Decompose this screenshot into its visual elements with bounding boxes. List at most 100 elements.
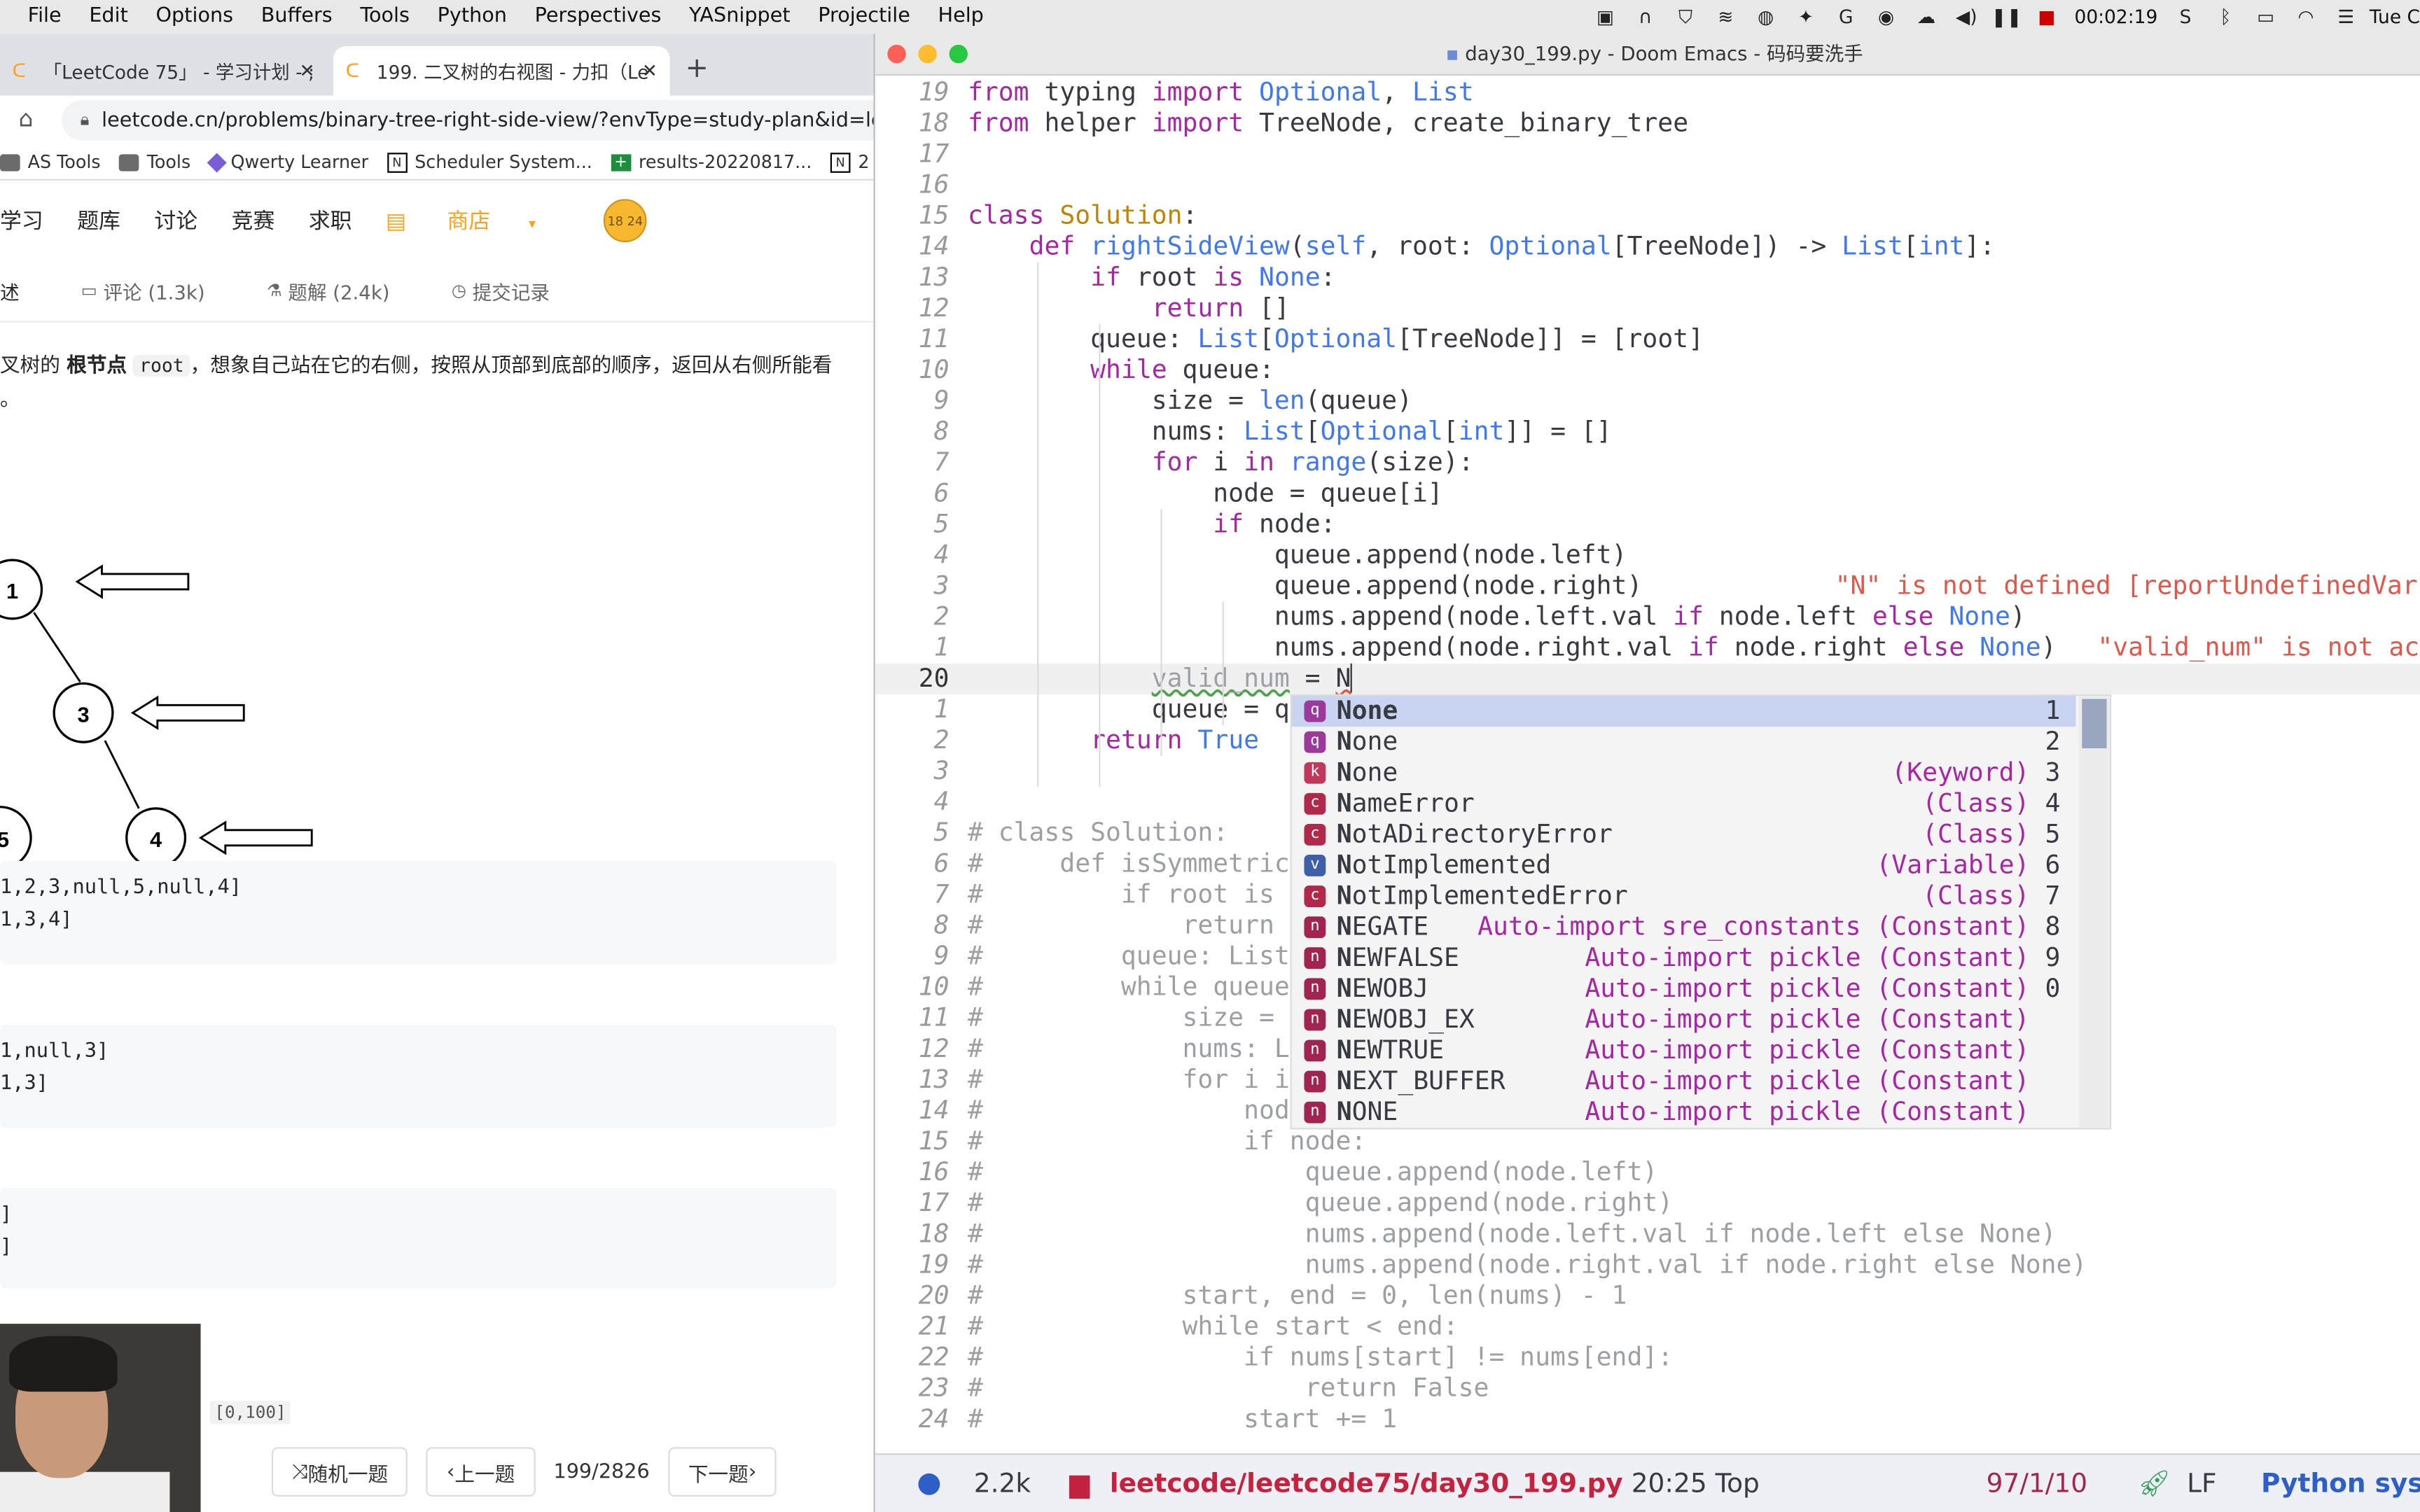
completion-item[interactable]: n NEWTRUE Auto-import pickle (Constant): [1292, 1035, 2076, 1066]
completion-item[interactable]: n NEWOBJ_EX Auto-import pickle (Constant): [1292, 1004, 2076, 1035]
completion-item[interactable]: v NotImplemented (Variable) 6: [1292, 850, 2076, 881]
cloud-icon[interactable]: ☁: [1914, 6, 1938, 28]
coin-badge[interactable]: 18 24: [603, 199, 647, 243]
code-line[interactable]: 5 if node:: [875, 509, 2420, 540]
next-problem-button[interactable]: 下一题 ›: [668, 1447, 777, 1497]
tab-description[interactable]: 述: [0, 275, 20, 304]
volume-icon[interactable]: ◀): [1954, 6, 1979, 28]
bluetooth-icon[interactable]: ᛒ: [2213, 6, 2238, 28]
code-line[interactable]: 6 node = queue[i]: [875, 478, 2420, 509]
code-line[interactable]: 24 # start += 1: [875, 1404, 2420, 1435]
completion-item[interactable]: c NotADirectoryError (Class) 5: [1292, 819, 2076, 850]
tab-problem-199[interactable]: ᑕ 199. 二叉树的右视图 - 力扣（Le ✕: [333, 46, 670, 96]
layers-icon[interactable]: ≋: [1713, 6, 1738, 28]
menu-python[interactable]: Python: [438, 0, 507, 34]
tab-comments[interactable]: ▭ 评论 (1.3k): [81, 275, 205, 304]
code-line[interactable]: 20 # start, end = 0, len(nums) - 1: [875, 1280, 2420, 1311]
code-line[interactable]: 19 # nums.append(node.right.val if node.r…: [875, 1250, 2420, 1280]
random-problem-button[interactable]: ⤨ 随机一题: [271, 1447, 408, 1497]
menu-options[interactable]: Options: [156, 0, 234, 34]
s-icon[interactable]: S: [2173, 6, 2197, 28]
code-line[interactable]: 10 while queue:: [875, 355, 2420, 386]
url-input[interactable]: 🔒︎ leetcode.cn/problems/binary-tree-righ…: [62, 100, 874, 141]
pause-icon[interactable]: ❚❚: [1991, 6, 2022, 28]
code-line[interactable]: 13 if root is None:: [875, 262, 2420, 293]
menu-buffers[interactable]: Buffers: [261, 0, 333, 34]
code-line[interactable]: 8 nums: List[Optional[int]] = []: [875, 416, 2420, 447]
new-tab-icon[interactable]: +: [686, 52, 709, 85]
completion-item[interactable]: n NEGATE Auto-import sre_constants (Consta…: [1292, 912, 2076, 943]
code-line[interactable]: 21 # while start < end:: [875, 1311, 2420, 1342]
diagnostic-counts[interactable]: 97/1/10: [1987, 1469, 2087, 1499]
wifi-icon[interactable]: ◠: [2293, 6, 2318, 28]
code-line[interactable]: 11 queue: List[Optional[TreeNode]] = [ro…: [875, 324, 2420, 355]
menu-projectile[interactable]: Projectile: [818, 0, 910, 34]
code-line[interactable]: 16: [875, 169, 2420, 200]
completion-item[interactable]: q None 1: [1291, 696, 2076, 727]
save-icon[interactable]: ▆: [1069, 1469, 1090, 1499]
completion-item[interactable]: n NEWOBJ Auto-import pickle (Constant) 0: [1292, 974, 2076, 1004]
control-center-icon[interactable]: ☰: [2334, 6, 2358, 28]
completion-item[interactable]: k None (Keyword) 3: [1292, 757, 2076, 788]
screenshot-icon[interactable]: ▣: [1593, 6, 1618, 28]
g-icon[interactable]: G: [1834, 6, 1858, 28]
completion-item[interactable]: c NotImplementedError (Class) 7: [1292, 881, 2076, 912]
code-line[interactable]: 4 queue.append(node.left): [875, 540, 2420, 570]
menu-yasnippet[interactable]: YASnippet: [689, 0, 790, 34]
close-icon[interactable]: ✕: [642, 60, 658, 82]
tab-solutions[interactable]: ⚗ 题解 (2.4k): [267, 275, 390, 304]
tab-leetcode75[interactable]: ᑕ 「LeetCode 75」 - 学习计划 - ; ✕: [0, 46, 327, 96]
completion-scrollbar[interactable]: [2078, 696, 2110, 1128]
code-line[interactable]: 18 # nums.append(node.left.val if node.le…: [875, 1219, 2420, 1250]
headset-icon[interactable]: ∩: [1633, 6, 1657, 28]
nav-contest[interactable]: 竞赛: [232, 205, 275, 236]
code-line[interactable]: 20 valid_num = N: [875, 663, 2420, 694]
scrollbar-thumb[interactable]: [2082, 699, 2107, 748]
completion-item[interactable]: n NEWFALSE Auto-import pickle (Constant) 9: [1292, 943, 2076, 974]
menu-perspectives[interactable]: Perspectives: [535, 0, 662, 34]
completion-item[interactable]: c NameError (Class) 4: [1292, 788, 2076, 819]
nav-store[interactable]: ▤ 商店 ▾: [386, 205, 569, 236]
wechat-icon[interactable]: ◍: [1753, 6, 1778, 28]
menu-file[interactable]: File: [28, 0, 62, 34]
home-icon[interactable]: ⌂: [18, 105, 33, 133]
close-icon[interactable]: ✕: [299, 60, 314, 82]
inline-diagnostic[interactable]: "valid_num" is not ac: [2097, 633, 2419, 664]
nav-study[interactable]: 学习: [0, 205, 43, 236]
bookmark-qwerty-learner[interactable]: Qwerty Learner: [206, 151, 368, 173]
bookmark-tools[interactable]: Tools: [119, 151, 190, 173]
code-line[interactable]: 15 class Solution:: [875, 201, 2420, 232]
code-line[interactable]: 12 return []: [875, 293, 2420, 324]
bookmark-results[interactable]: + results-20220817...: [611, 151, 812, 173]
nav-jobs[interactable]: 求职: [309, 205, 352, 236]
code-line[interactable]: 9 size = len(queue): [875, 386, 2420, 416]
tab-submissions[interactable]: ◷ 提交记录: [452, 275, 550, 304]
inline-diagnostic[interactable]: "N" is not defined [reportUndefinedVar: [1835, 571, 2418, 602]
code-line[interactable]: 15 # if node:: [875, 1126, 2420, 1157]
puzzle-icon[interactable]: ✦: [1793, 6, 1818, 28]
completion-item[interactable]: q None 2: [1292, 727, 2076, 757]
completion-item[interactable]: n NEXT_BUFFER Auto-import pickle (Constant…: [1292, 1066, 2076, 1097]
code-line[interactable]: 22 # if nums[start] != nums[end]:: [875, 1343, 2420, 1373]
code-line[interactable]: 17 # queue.append(node.right): [875, 1188, 2420, 1219]
prev-problem-button[interactable]: ‹ 上一题: [426, 1447, 536, 1497]
code-line[interactable]: 14 def rightSideView(self, root: Optiona…: [875, 232, 2420, 262]
major-mode[interactable]: Python syst: [2261, 1469, 2420, 1499]
date-time[interactable]: Tue C: [2370, 0, 2420, 34]
code-line[interactable]: 16 # queue.append(node.left): [875, 1157, 2420, 1188]
shield-icon[interactable]: ⛉: [1673, 6, 1697, 28]
bookmark-as-tools[interactable]: AS Tools: [0, 151, 101, 173]
code-line[interactable]: 23 # return False: [875, 1373, 2420, 1404]
menu-edit[interactable]: Edit: [89, 0, 128, 34]
record-stop-icon[interactable]: ■: [2034, 6, 2059, 28]
code-line[interactable]: 2 nums.append(node.left.val if node.left…: [875, 602, 2420, 633]
code-line[interactable]: 18 from helper import TreeNode, create_bi…: [875, 108, 2420, 139]
lock-icon[interactable]: 🔒︎: [81, 109, 90, 131]
code-line[interactable]: 17: [875, 139, 2420, 169]
circle-icon[interactable]: ◉: [1874, 6, 1898, 28]
menu-help[interactable]: Help: [938, 0, 984, 34]
bookmark-notion[interactable]: N2: [830, 151, 870, 173]
battery-icon[interactable]: ▭: [2253, 6, 2278, 28]
nav-discuss[interactable]: 讨论: [154, 205, 197, 236]
code-line[interactable]: 7 for i in range(size):: [875, 447, 2420, 478]
